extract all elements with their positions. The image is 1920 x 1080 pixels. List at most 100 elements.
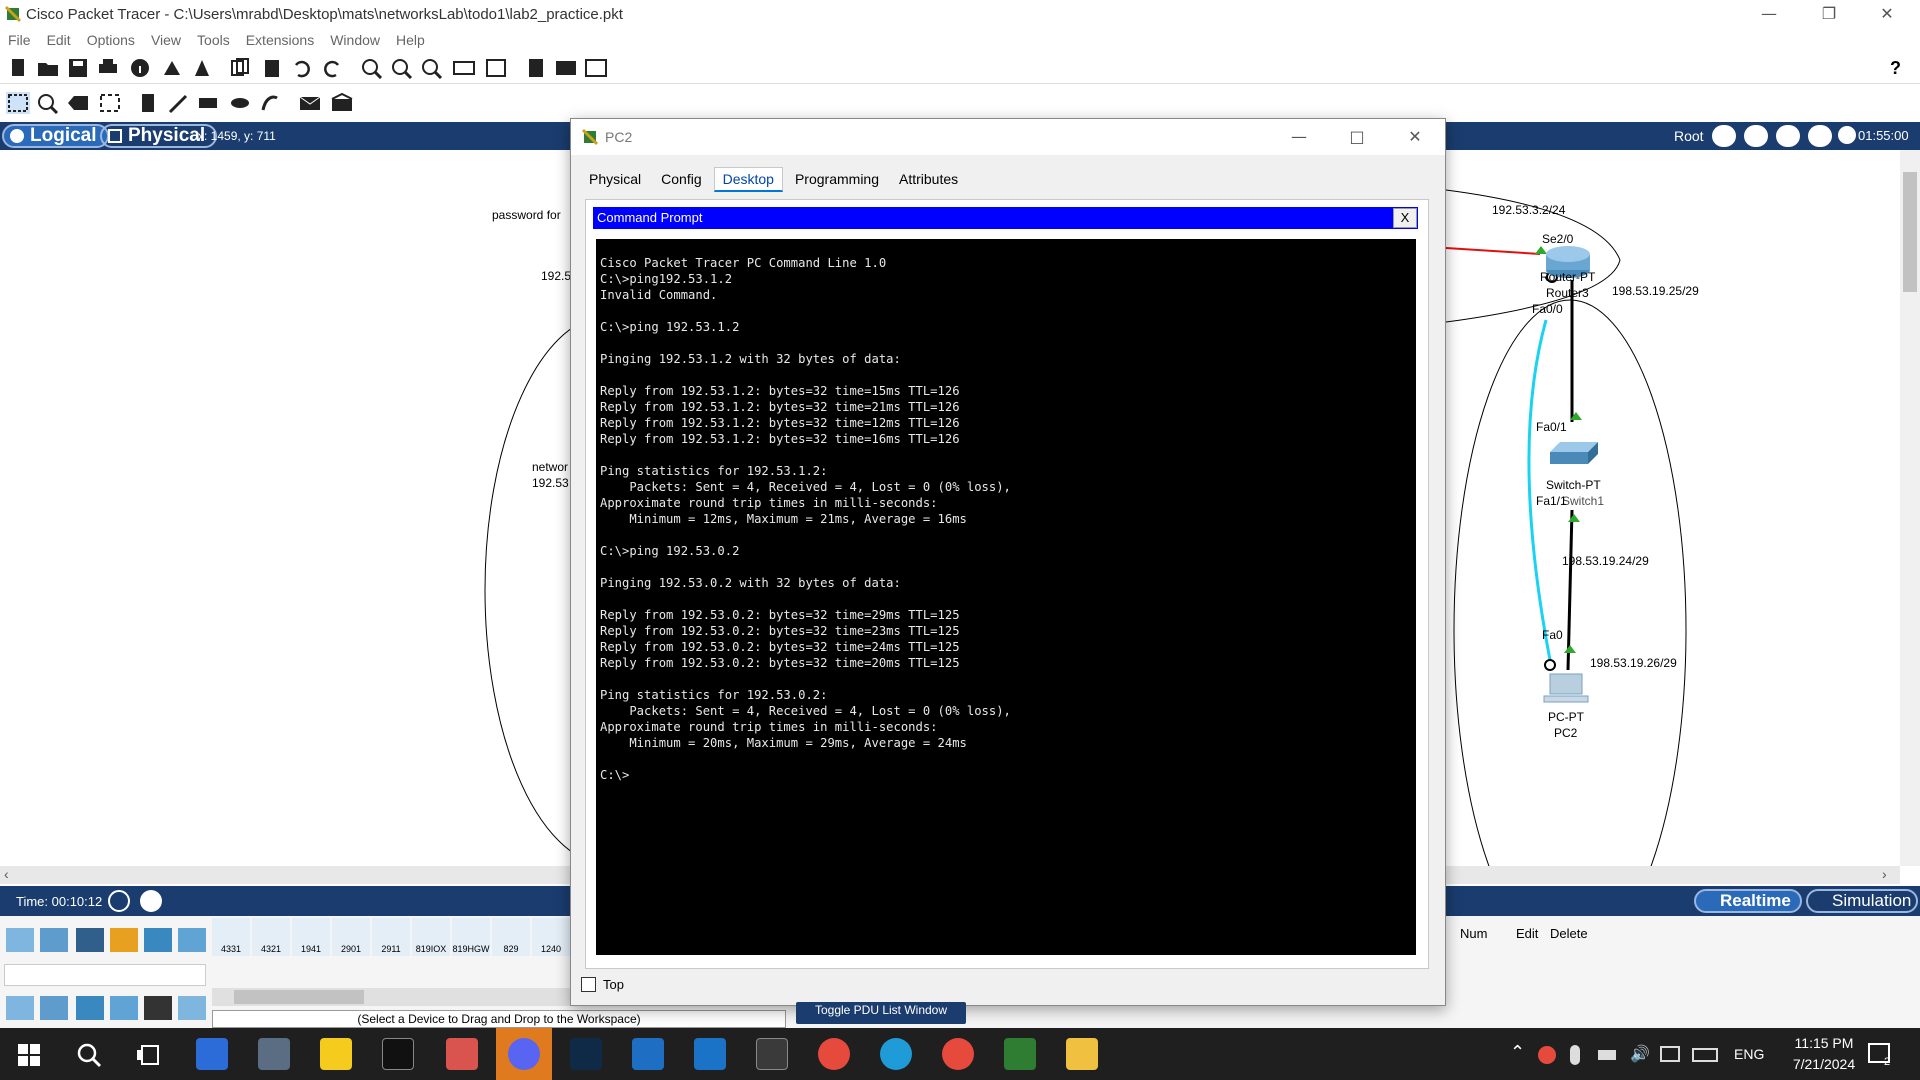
command-prompt-close-button[interactable]: X [1393, 208, 1417, 228]
device-2911[interactable]: 2911 [372, 918, 410, 956]
redo-icon[interactable] [320, 57, 344, 79]
volume-icon[interactable]: 🔊 [1630, 1044, 1650, 1064]
menu-window[interactable]: Window [330, 28, 380, 52]
device-1941[interactable]: 1941 [292, 918, 330, 956]
cluster-icon[interactable] [524, 57, 548, 79]
tab-config[interactable]: Config [653, 168, 709, 190]
show-hidden-icons[interactable]: ⌃ [1510, 1042, 1525, 1063]
git-app-icon[interactable] [446, 1038, 478, 1070]
tab-physical[interactable]: Physical [581, 168, 649, 190]
hubs-icon[interactable] [76, 996, 104, 1020]
device-1240[interactable]: 1240 [532, 918, 570, 956]
tab-desktop[interactable]: Desktop [713, 167, 783, 192]
edge-app-icon[interactable] [880, 1038, 912, 1070]
pc2-minimize-button[interactable]: — [1271, 123, 1327, 151]
new-file-icon[interactable] [6, 57, 30, 79]
freeform-tool-icon[interactable] [258, 92, 282, 114]
inspect-tool-icon[interactable] [36, 92, 60, 115]
zoom-reset-icon[interactable] [390, 57, 414, 80]
battery-icon[interactable] [1598, 1050, 1616, 1060]
command-prompt-terminal[interactable]: Cisco Packet Tracer PC Command Line 1.0 … [596, 239, 1416, 955]
scroll-left-icon[interactable]: ‹ [4, 866, 9, 882]
screenshot-icon[interactable] [584, 57, 608, 79]
line-tool-icon[interactable] [166, 92, 190, 114]
undo-icon[interactable] [290, 57, 314, 79]
chrome-tray-icon[interactable] [1538, 1046, 1556, 1064]
navigation-icon[interactable] [1776, 125, 1800, 147]
menu-extensions[interactable]: Extensions [246, 28, 314, 52]
rectangle-tool-icon[interactable] [196, 92, 220, 114]
top-checkbox[interactable] [581, 977, 596, 992]
tab-attributes[interactable]: Attributes [891, 168, 966, 190]
minimize-button[interactable]: — [1740, 0, 1798, 28]
task-view-icon[interactable] [136, 1044, 160, 1066]
microphone-icon[interactable] [1570, 1045, 1580, 1065]
network-tray-icon[interactable] [1660, 1046, 1680, 1062]
taskbar-date[interactable]: 7/21/2024 [1782, 1056, 1866, 1072]
fast-forward-icon[interactable] [140, 890, 162, 912]
terminal-app-icon[interactable] [382, 1038, 414, 1070]
discord-taskbar-active[interactable] [496, 1028, 552, 1080]
network-wizard-icon[interactable] [160, 57, 184, 79]
info-icon[interactable] [128, 57, 152, 79]
wan-emulation-icon[interactable] [178, 996, 206, 1020]
simulation-mode-button[interactable]: Simulation [1806, 889, 1918, 913]
device-2901[interactable]: 2901 [332, 918, 370, 956]
security-icon[interactable] [144, 996, 172, 1020]
routers-icon[interactable] [6, 996, 34, 1020]
save-icon[interactable] [66, 57, 90, 79]
start-icon[interactable] [18, 1044, 40, 1066]
select-tool-icon[interactable] [6, 92, 30, 114]
search-icon[interactable] [76, 1042, 102, 1068]
close-button[interactable]: ✕ [1858, 0, 1916, 28]
scroll-right-icon[interactable]: › [1882, 866, 1887, 882]
scroll-thumb[interactable] [234, 990, 364, 1004]
tab-programming[interactable]: Programming [787, 168, 887, 190]
custom-device-icon[interactable] [484, 57, 508, 79]
pc2-maximize-button[interactable]: □ [1329, 123, 1385, 151]
menu-edit[interactable]: Edit [47, 28, 71, 52]
logical-tab[interactable]: Logical [2, 124, 109, 148]
store-app-icon[interactable] [694, 1038, 726, 1070]
power-cycle-icon[interactable] [108, 890, 130, 912]
console-app-icon[interactable] [756, 1038, 788, 1070]
back-icon[interactable] [1712, 125, 1736, 147]
realtime-mode-button[interactable]: Realtime [1694, 889, 1802, 913]
device-829[interactable]: 829 [492, 918, 530, 956]
taskbar-time[interactable]: 11:15 PM [1782, 1035, 1866, 1051]
activity-wizard-icon[interactable] [190, 57, 214, 79]
connections-icon[interactable] [110, 928, 138, 952]
ellipse-tool-icon[interactable] [228, 92, 252, 114]
menu-file[interactable]: File [8, 28, 31, 52]
open-folder-icon[interactable] [36, 57, 60, 79]
menu-view[interactable]: View [151, 28, 181, 52]
restore-button[interactable]: ❐ [1800, 0, 1858, 28]
sticky-notes-icon[interactable] [320, 1038, 352, 1070]
delete-tool-icon[interactable] [66, 92, 90, 114]
help-icon[interactable]: ? [1890, 58, 1901, 79]
device-search-input[interactable] [4, 964, 206, 986]
network-devices-icon[interactable] [6, 928, 34, 952]
paste-icon[interactable] [260, 57, 284, 79]
end-devices-icon[interactable] [40, 928, 68, 952]
calendar-app-icon[interactable] [196, 1038, 228, 1070]
cloud-icon[interactable] [1744, 125, 1768, 147]
chrome-app-icon[interactable] [818, 1038, 850, 1070]
zoom-out-icon[interactable] [420, 57, 444, 80]
note-tool-icon[interactable] [136, 92, 160, 114]
pc2-close-button[interactable]: ✕ [1387, 123, 1443, 151]
background-image-icon[interactable] [1808, 125, 1832, 147]
multiuser-icon[interactable] [178, 928, 206, 952]
simple-pdu-icon[interactable] [298, 92, 322, 114]
drawing-palette-icon[interactable] [452, 57, 476, 79]
device-4331[interactable]: 4331 [212, 918, 250, 956]
keyboard-icon[interactable] [1692, 1048, 1718, 1062]
powershell-app-icon[interactable] [632, 1038, 664, 1070]
device-4321[interactable]: 4321 [252, 918, 290, 956]
misc-icon[interactable] [144, 928, 172, 952]
zoom-in-icon[interactable] [360, 57, 384, 80]
calculator-app-icon[interactable] [258, 1038, 290, 1070]
device-819iox[interactable]: 819IOX [412, 918, 450, 956]
wireless-icon[interactable] [110, 996, 138, 1020]
components-icon[interactable] [76, 928, 104, 952]
